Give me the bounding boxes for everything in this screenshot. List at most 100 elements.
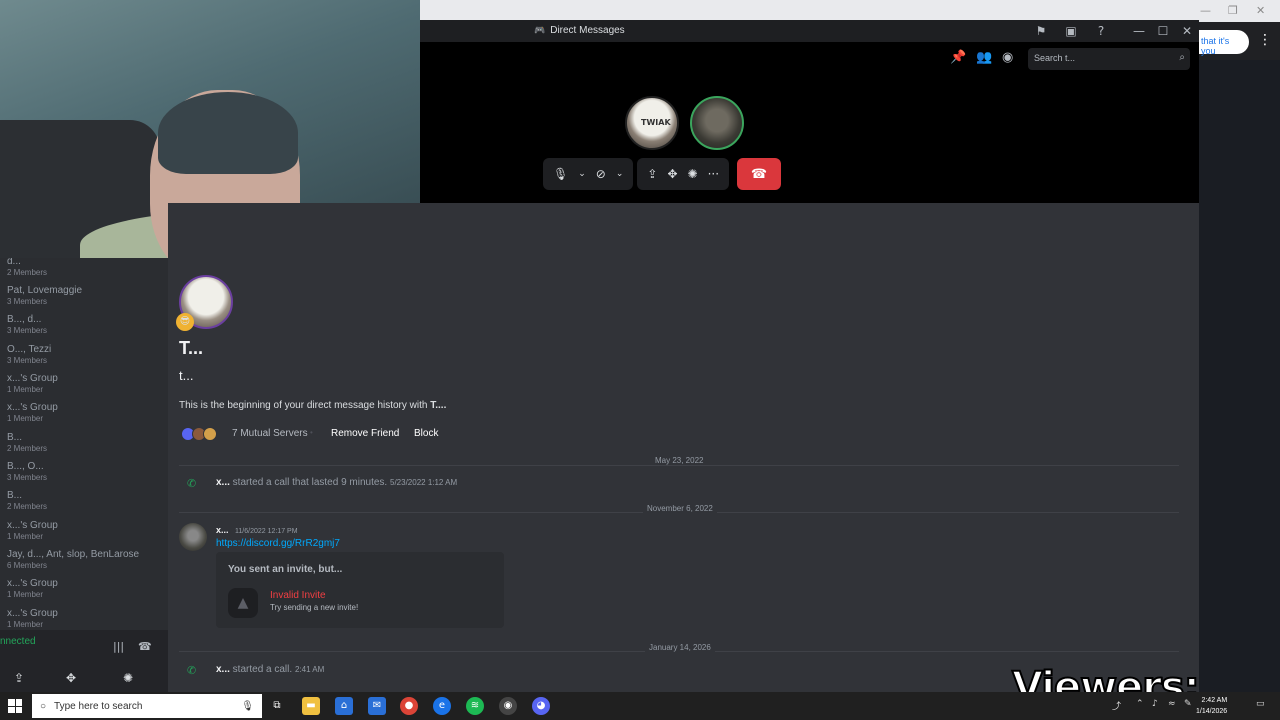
- dm-item[interactable]: O..., Tezzi 3 Members: [7, 344, 51, 365]
- microphone-icon[interactable]: 🎙: [241, 701, 254, 712]
- browser-restore-icon[interactable]: ❐: [1228, 4, 1238, 17]
- taskbar-clock[interactable]: 2:42 AM 1/14/2026: [1196, 695, 1227, 717]
- network-activity-icon[interactable]: ⤴: [1112, 699, 1121, 712]
- dm-item[interactable]: x...'s Group 1 Member: [7, 402, 58, 423]
- windows-start-icon[interactable]: [8, 699, 22, 713]
- taskbar-search-placeholder: Type here to search: [54, 700, 143, 712]
- clock-time: 2:42 AM: [1201, 697, 1228, 704]
- dm-item[interactable]: Jay, d..., Ant, slop, BenLarose 6 Members: [7, 549, 139, 570]
- chrome-icon[interactable]: ●: [400, 697, 418, 715]
- browser-menu-icon[interactable]: ⋮: [1258, 32, 1272, 48]
- mail-icon[interactable]: ✉: [368, 697, 386, 715]
- participant-avatar-2[interactable]: [690, 96, 744, 150]
- disconnect-call-icon[interactable]: ☎: [138, 640, 152, 653]
- share-screen-icon[interactable]: ⇪: [647, 167, 657, 181]
- browser-close-icon[interactable]: ✕: [1256, 4, 1265, 17]
- soundboard-icon[interactable]: ✺: [688, 167, 698, 181]
- date-divider-label: November 6, 2022: [643, 504, 717, 513]
- wifi-icon[interactable]: ≈: [1168, 699, 1176, 709]
- disconnect-button[interactable]: ☎: [737, 158, 782, 190]
- spotify-icon[interactable]: ≋: [466, 697, 484, 715]
- call-phone-icon: ✆: [187, 477, 197, 490]
- inbox-flag-icon[interactable]: ⚑: [1034, 24, 1048, 38]
- voice-connected-label: nnected: [0, 636, 36, 647]
- dm-item[interactable]: x...'s Group 1 Member: [7, 520, 58, 541]
- dm-item-members: 3 Members: [7, 356, 48, 365]
- invite-embed-title: You sent an invite, but...: [228, 564, 343, 575]
- browser-minimize-icon[interactable]: —: [1200, 4, 1211, 17]
- share-screen-button[interactable]: ⇪: [0, 668, 38, 688]
- call-log-text: started a call.: [229, 664, 293, 675]
- date-divider: [179, 465, 1179, 466]
- remove-friend-button[interactable]: Remove Friend: [331, 426, 399, 442]
- block-button[interactable]: Block: [414, 426, 438, 442]
- close-button[interactable]: ✕: [1180, 24, 1194, 38]
- invite-link[interactable]: https://discord.gg/RrR2gmj7: [216, 538, 340, 549]
- obs-icon[interactable]: ◉: [499, 697, 517, 715]
- dm-item[interactable]: Pat, Lovemaggie 3 Members: [7, 285, 82, 306]
- activities-icon[interactable]: ✥: [667, 167, 677, 181]
- dm-item[interactable]: x...'s Group 1 Member: [7, 373, 58, 394]
- notifications-icon[interactable]: ▭: [1256, 699, 1265, 709]
- call-log-user[interactable]: x...: [216, 664, 230, 675]
- dm-item-members: 2 Members: [7, 444, 48, 453]
- profile-emoji-badge: 😎: [176, 313, 194, 331]
- mutual-server-icons[interactable]: [181, 427, 223, 441]
- message-author[interactable]: x...: [216, 525, 229, 535]
- dm-item-members: 3 Members: [7, 326, 48, 335]
- dm-item-name: x...'s Group: [7, 608, 58, 619]
- message-avatar[interactable]: [179, 523, 207, 551]
- activities-button[interactable]: ✥: [52, 668, 90, 688]
- webcam-beanie: [158, 92, 298, 174]
- dm-item-members: 2 Members: [7, 502, 48, 511]
- soundboard-button[interactable]: ✺: [109, 668, 147, 688]
- message-timestamp: 11/6/2022 12:17 PM: [235, 528, 298, 535]
- user-profile-icon[interactable]: ◉: [1002, 50, 1013, 65]
- participant-avatar-1[interactable]: TWIAK: [625, 96, 679, 150]
- discord-icon[interactable]: ◕: [532, 697, 550, 715]
- microphone-icon[interactable]: 🎙: [553, 167, 568, 181]
- dm-item-members: 6 Members: [7, 561, 48, 570]
- dm-item[interactable]: B..., O... 3 Members: [7, 461, 47, 482]
- profile-username: t...: [179, 368, 194, 383]
- add-friends-icon[interactable]: 👥: [976, 50, 992, 65]
- noise-suppression-icon[interactable]: |||: [113, 640, 124, 653]
- taskbar-search-input[interactable]: ○ Type here to search 🎙: [32, 694, 262, 718]
- search-icon: ○: [40, 700, 47, 712]
- volume-icon[interactable]: ♪: [1152, 699, 1158, 709]
- dm-item-members: 1 Member: [7, 620, 44, 629]
- mutual-servers-link[interactable]: 7 Mutual Servers: [232, 426, 308, 442]
- audio-video-controls: 🎙 ⌄ ⊘ ⌄: [543, 158, 634, 190]
- dm-item[interactable]: B... 2 Members: [7, 432, 47, 453]
- file-explorer-icon[interactable]: ▬: [302, 697, 320, 715]
- message-header: x... 11/6/2022 12:17 PM: [216, 525, 298, 535]
- maximize-button[interactable]: ☐: [1156, 24, 1170, 38]
- dm-item[interactable]: B... 2 Members: [7, 490, 47, 511]
- hang-up-icon: ☎: [750, 166, 768, 182]
- dm-item[interactable]: B..., d... 3 Members: [7, 314, 47, 335]
- screen-share-icon[interactable]: ▣: [1064, 24, 1078, 38]
- help-icon[interactable]: ?: [1094, 24, 1108, 38]
- call-log-user[interactable]: x...: [216, 477, 230, 488]
- pin-icon[interactable]: 📌: [950, 50, 966, 65]
- dm-item[interactable]: x...'s Group 1 Member: [7, 608, 58, 629]
- chevron-down-icon[interactable]: ⌄: [616, 169, 624, 179]
- pen-icon[interactable]: ✎: [1184, 699, 1192, 709]
- participant-avatar-1-text: TWIAK: [641, 118, 671, 127]
- task-view-icon[interactable]: ⧉: [268, 697, 286, 715]
- dm-item[interactable]: x...'s Group 1 Member: [7, 578, 58, 599]
- voice-call-panel: 📌 👥 ◉ Search t... ⌕ TWIAK 🎙 ⌄ ⊘ ⌄ ⇪ ✥ ✺ …: [420, 42, 1199, 203]
- tray-chevron-icon[interactable]: ⌃: [1136, 699, 1144, 709]
- minimize-button[interactable]: —: [1132, 24, 1146, 38]
- voice-status-panel: nnected ||| ☎ ⇪ ✥ ✺: [0, 630, 168, 692]
- dm-item[interactable]: d... 2 Members: [7, 256, 47, 277]
- clock-date: 1/14/2026: [1196, 708, 1228, 715]
- more-options-icon[interactable]: ···: [708, 167, 719, 181]
- chevron-down-icon[interactable]: ⌄: [578, 169, 586, 179]
- store-icon[interactable]: ⌂: [335, 697, 353, 715]
- dm-item-members: 1 Member: [7, 590, 44, 599]
- search-input[interactable]: Search t... ⌕: [1028, 48, 1190, 70]
- camera-off-icon[interactable]: ⊘: [596, 167, 606, 181]
- browser-prompt-chip[interactable]: that it's you: [1197, 30, 1249, 56]
- edge-icon[interactable]: e: [433, 697, 451, 715]
